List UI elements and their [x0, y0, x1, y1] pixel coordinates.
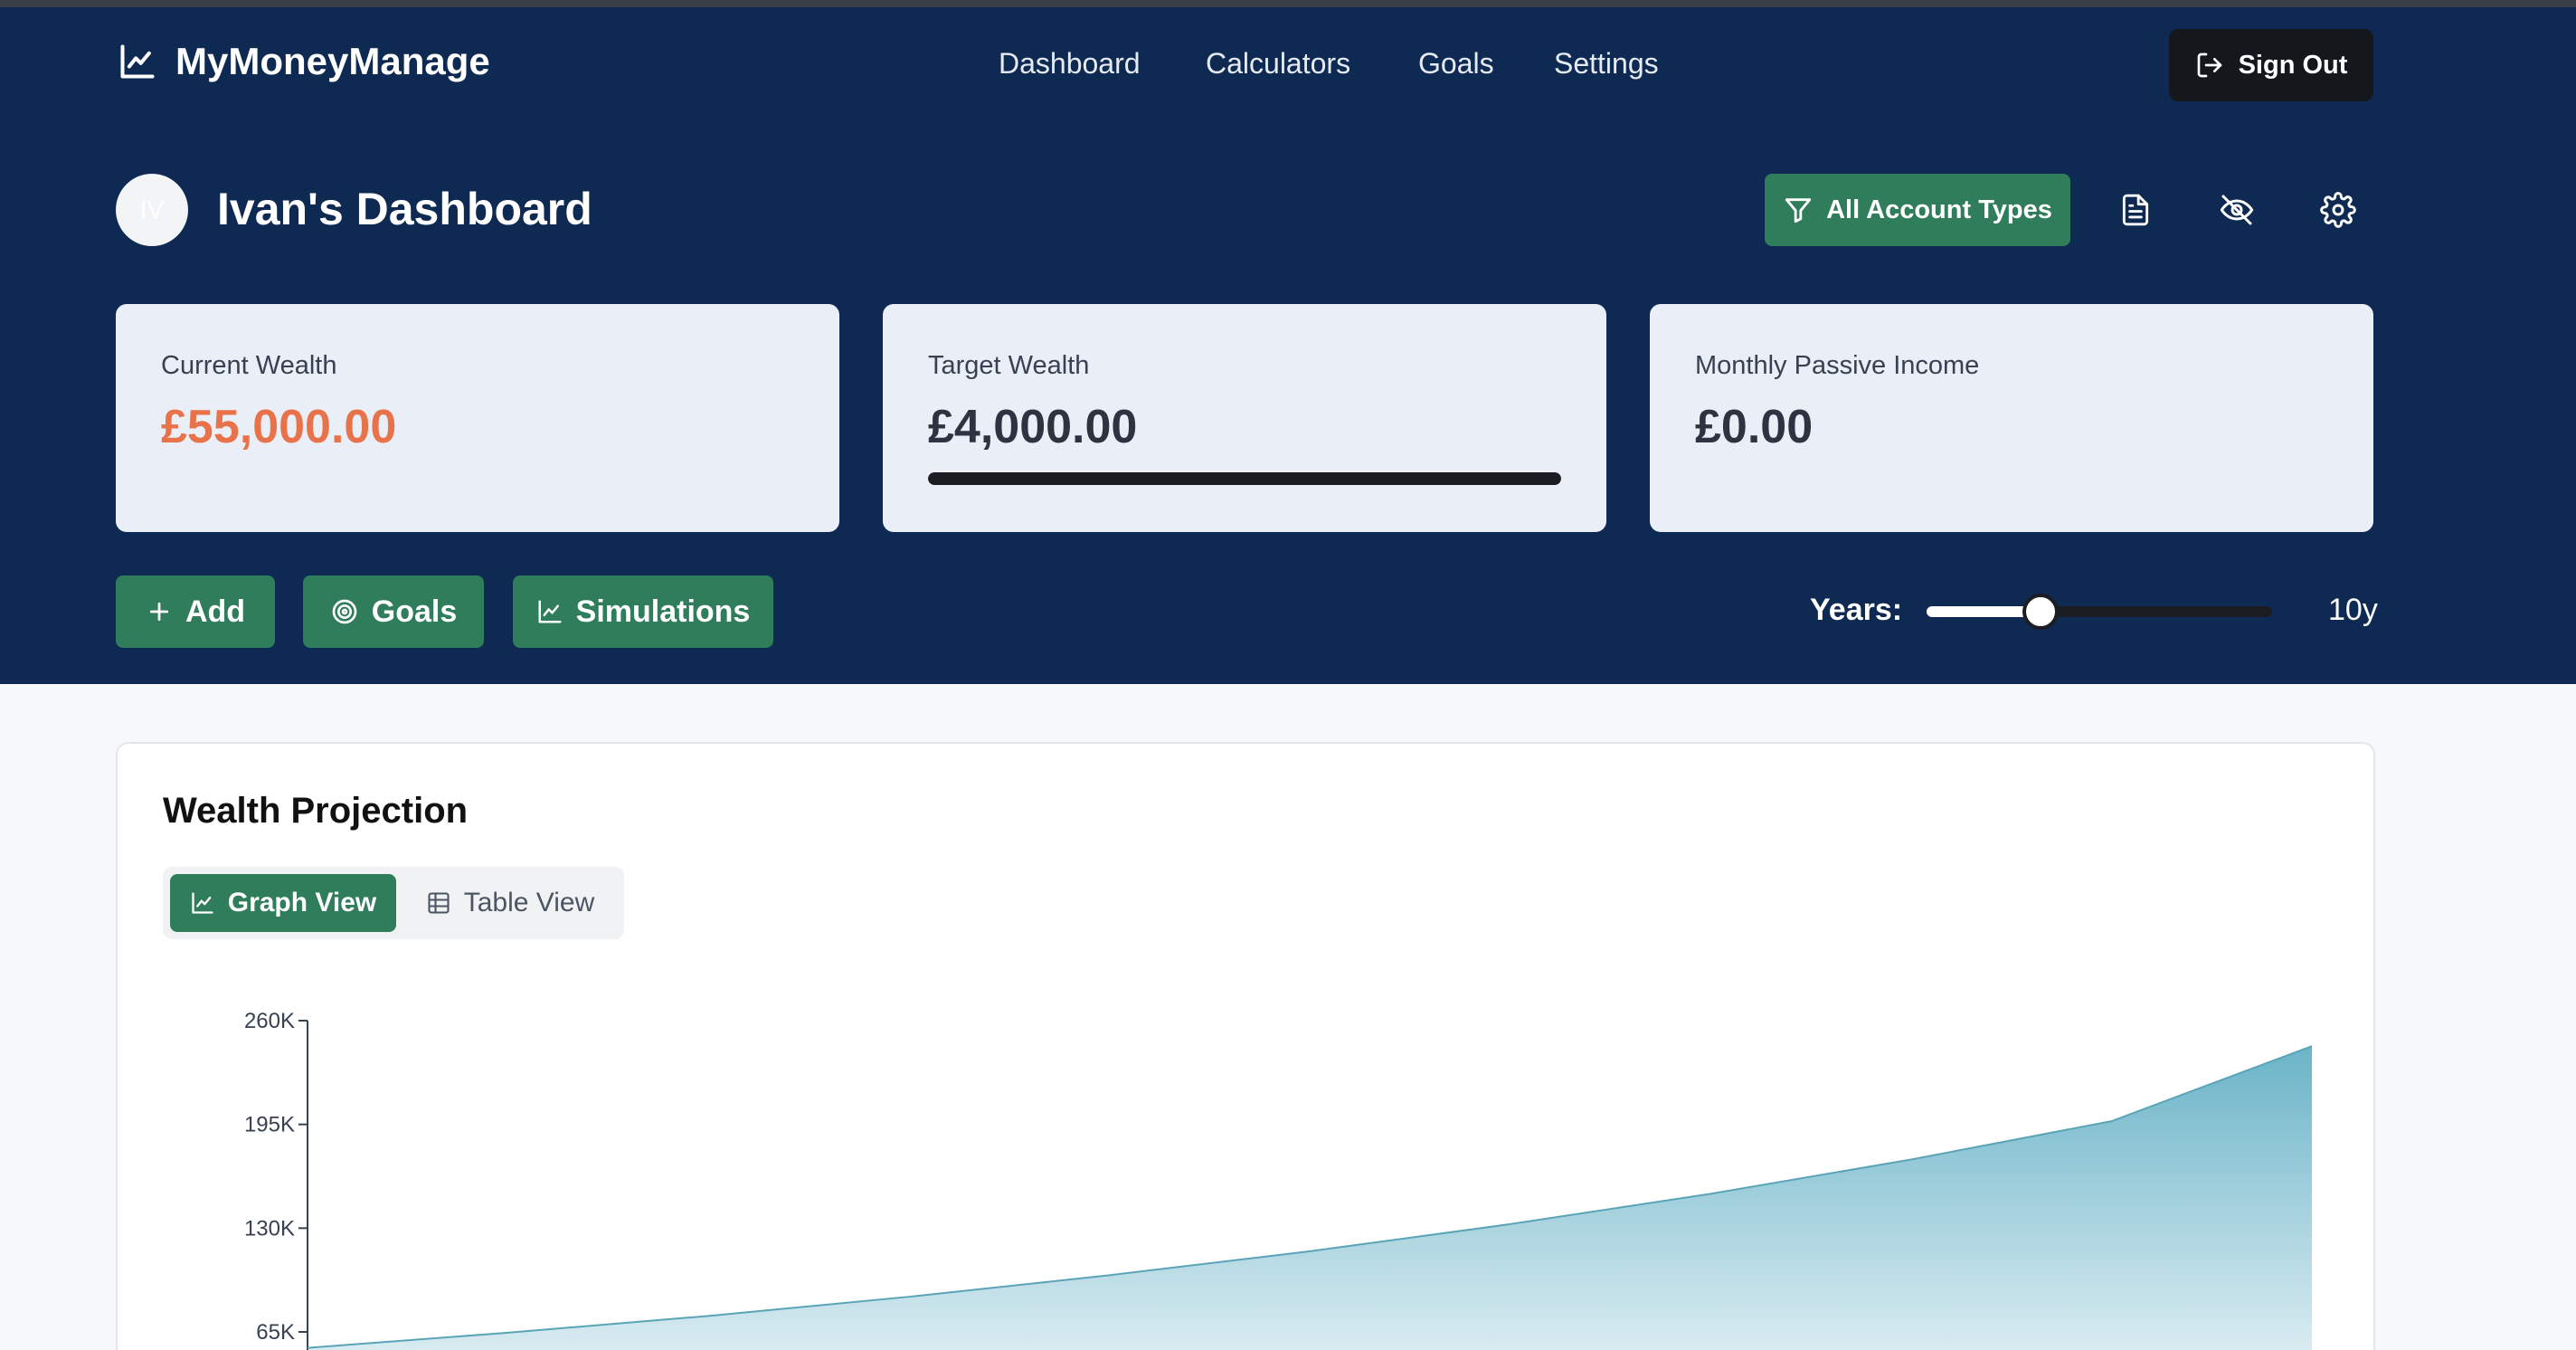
card-label: Current Wealth	[161, 351, 337, 380]
target-wealth-card: Target Wealth £4,000.00	[883, 304, 1606, 532]
filter-label: All Account Types	[1826, 195, 2052, 224]
chart-line-icon	[538, 600, 562, 623]
document-icon	[2122, 194, 2149, 226]
y-tick-label: 195K	[244, 1113, 295, 1137]
wealth-projection-panel: Wealth Projection Graph View Table View …	[116, 742, 2375, 1350]
monthly-passive-income-card: Monthly Passive Income £0.00	[1650, 304, 2373, 532]
brand-name: MyMoneyManage	[175, 40, 490, 82]
account-type-filter-button[interactable]: All Account Types	[1765, 174, 2070, 246]
years-slider[interactable]	[1927, 594, 2272, 630]
chart-line-icon	[120, 44, 155, 79]
y-tick-label: 130K	[244, 1216, 295, 1241]
brand-logo[interactable]: MyMoneyManage	[118, 40, 490, 83]
gear-icon	[2320, 192, 2356, 228]
target-progress-fill	[928, 472, 1561, 485]
sign-out-button[interactable]: Sign Out	[2169, 29, 2373, 101]
monthly-passive-income-value: £0.00	[1695, 401, 1814, 453]
current-wealth-value: £55,000.00	[161, 401, 397, 453]
add-button[interactable]: Add	[116, 575, 275, 648]
settings-button[interactable]	[2306, 177, 2371, 242]
years-label: Years:	[1810, 593, 1903, 627]
card-label: Target Wealth	[928, 351, 1090, 380]
nav-calculators[interactable]: Calculators	[1206, 47, 1350, 81]
target-wealth-value: £4,000.00	[928, 401, 1138, 453]
target-progress-bar	[928, 472, 1561, 485]
dashboard-header: MyMoneyManage Dashboard Calculators Goal…	[0, 7, 2576, 684]
add-label: Add	[185, 594, 246, 629]
page-title: Ivan's Dashboard	[217, 184, 592, 234]
hide-values-button[interactable]	[2204, 177, 2269, 242]
report-button[interactable]	[2103, 177, 2168, 242]
years-value: 10y	[2328, 593, 2378, 627]
simulations-button[interactable]: Simulations	[513, 575, 773, 648]
years-slider-thumb[interactable]	[2022, 594, 2060, 630]
card-label: Monthly Passive Income	[1695, 351, 1980, 380]
goals-label: Goals	[371, 594, 458, 629]
nav-goals[interactable]: Goals	[1418, 47, 1494, 81]
wealth-area	[308, 1046, 2312, 1350]
nav-dashboard[interactable]: Dashboard	[999, 47, 1141, 81]
simulations-label: Simulations	[575, 594, 751, 629]
wealth-projection-chart: 260K 195K 130K 65K	[244, 1009, 2313, 1350]
nav-settings[interactable]: Settings	[1554, 47, 1659, 81]
window-top-strip	[0, 0, 2576, 7]
sign-out-icon	[2197, 52, 2221, 78]
filter-icon	[1785, 198, 1812, 223]
current-wealth-card: Current Wealth £55,000.00	[116, 304, 839, 532]
target-icon	[332, 599, 357, 624]
goals-button[interactable]: Goals	[303, 575, 484, 648]
sign-out-label: Sign Out	[2238, 50, 2348, 80]
y-tick-label: 65K	[256, 1320, 295, 1345]
eye-off-icon	[2220, 195, 2254, 225]
y-tick-label: 260K	[244, 1009, 295, 1033]
avatar[interactable]: IV	[116, 174, 188, 246]
plus-icon	[149, 602, 169, 622]
